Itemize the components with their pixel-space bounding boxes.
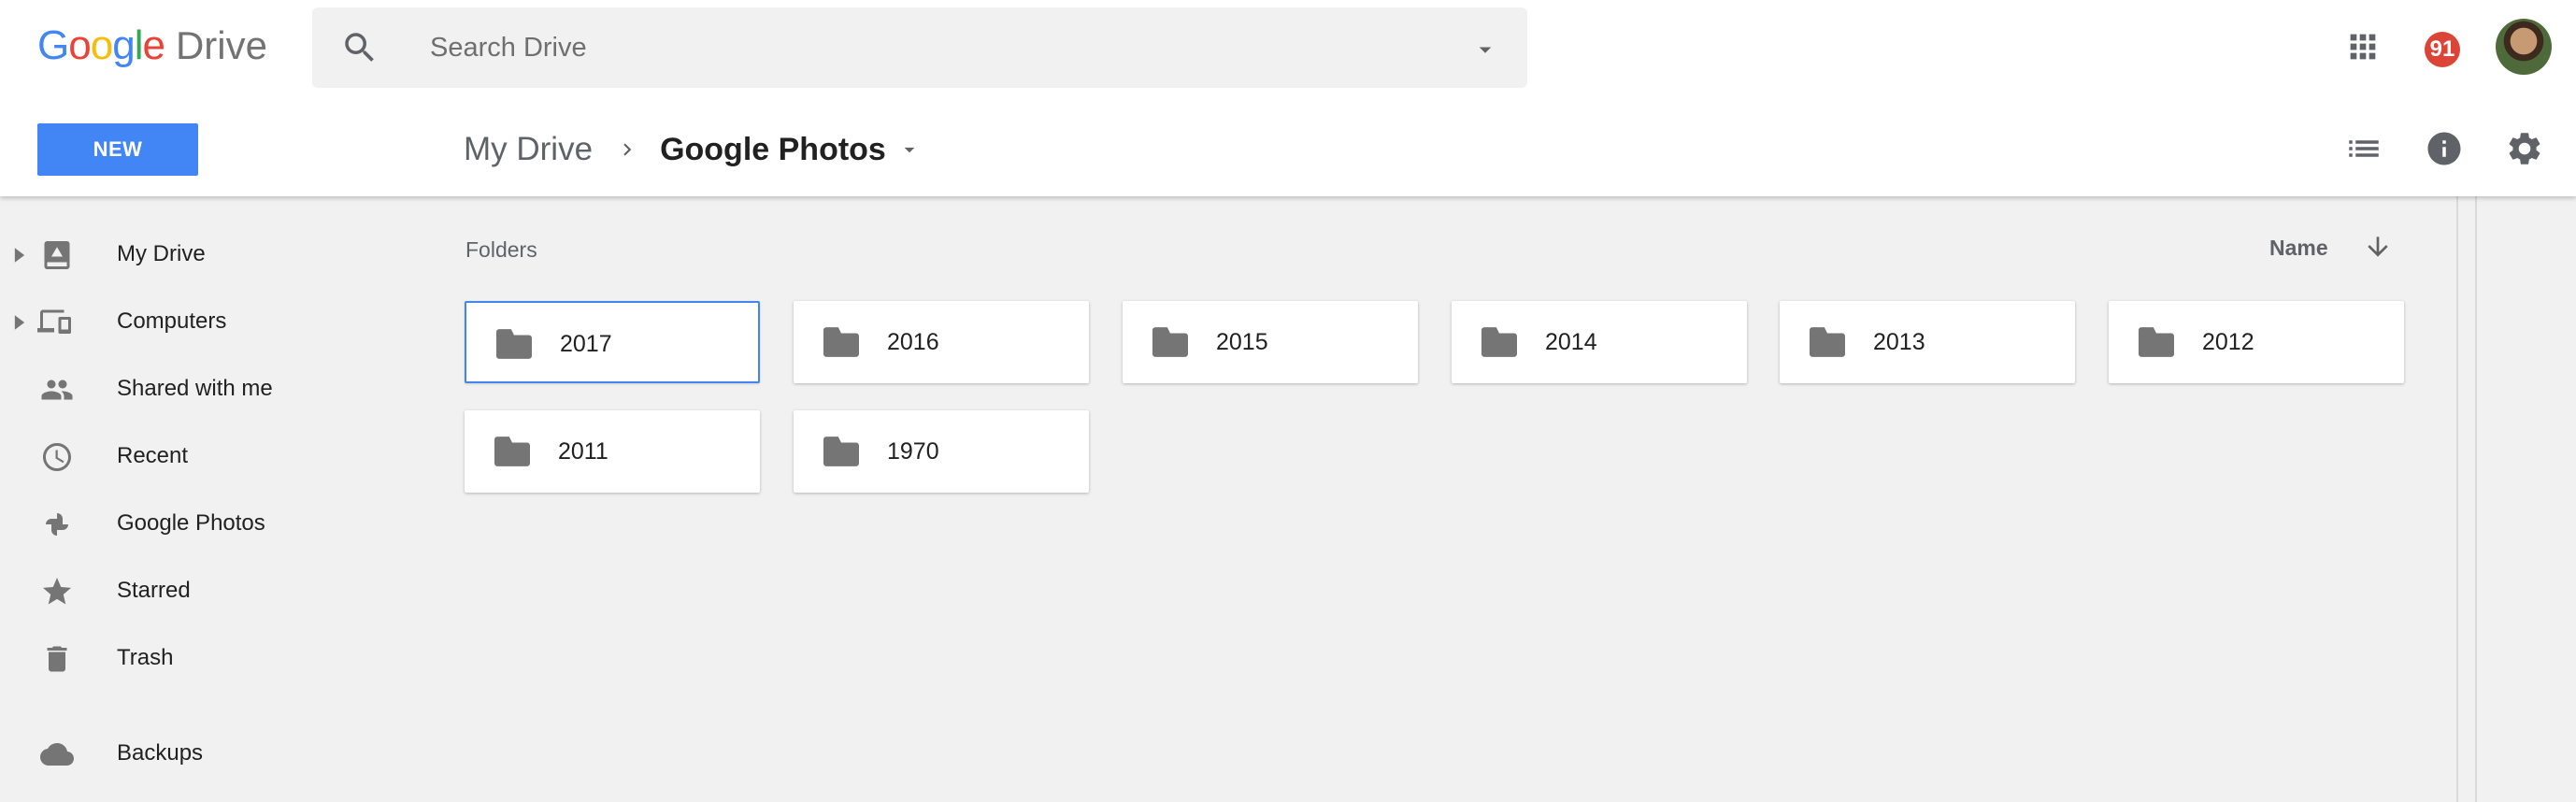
logo-product-name: Drive <box>175 23 267 67</box>
folder-name: 2012 <box>2202 329 2254 355</box>
folder-name: 2015 <box>1216 329 1268 355</box>
cloud-icon <box>40 743 74 766</box>
folder-icon <box>1810 327 1845 357</box>
breadcrumb-my-drive[interactable]: My Drive <box>464 131 593 168</box>
vertical-scrollbar[interactable] <box>2456 196 2477 802</box>
pinwheel-icon <box>46 513 68 536</box>
logo-google-wordmark: Google <box>37 22 165 68</box>
search-options-dropdown-icon[interactable] <box>1471 36 1499 64</box>
sidebar-item-label: Shared with me <box>117 376 273 401</box>
folder-tile[interactable]: 1970 <box>794 410 1089 493</box>
folder-name: 2016 <box>887 329 939 355</box>
folder-tile[interactable]: 2014 <box>1452 301 1747 383</box>
sidebar-item-label: My Drive <box>117 241 206 266</box>
breadcrumb: My Drive Google Photos <box>464 125 922 174</box>
folder-menu-dropdown-icon[interactable] <box>897 137 922 162</box>
apps-grid-icon[interactable] <box>2344 28 2382 65</box>
folder-icon <box>1481 327 1517 357</box>
notifications-badge[interactable]: 91 <box>2425 32 2460 67</box>
folder-icon <box>494 437 530 466</box>
folder-name: 2013 <box>1873 329 1925 355</box>
sidebar-item-backups[interactable]: Backups <box>0 726 430 782</box>
folder-tile[interactable]: 2012 <box>2109 301 2404 383</box>
sidebar-item-label: Google Photos <box>117 510 265 536</box>
folder-tile[interactable]: 2017 <box>465 301 760 383</box>
folder-name: 1970 <box>887 438 939 465</box>
search-input[interactable] <box>430 26 1365 69</box>
folder-icon <box>1152 327 1188 357</box>
sort-direction-arrow-icon[interactable] <box>2363 232 2393 262</box>
folder-icon <box>496 329 532 359</box>
trash-icon <box>47 646 67 672</box>
sort-by-button[interactable]: Name <box>2269 236 2328 261</box>
expand-arrow-icon[interactable] <box>13 247 26 264</box>
new-button[interactable]: NEW <box>37 123 198 176</box>
sidebar-item-label: Recent <box>117 443 189 468</box>
sidebar-item-label: Trash <box>117 645 174 670</box>
folder-name: 2011 <box>558 438 608 465</box>
computers-icon <box>37 309 71 334</box>
list-view-icon[interactable] <box>2344 129 2383 168</box>
sidebar-item-label: Starred <box>117 578 191 603</box>
settings-gear-icon[interactable] <box>2505 129 2544 168</box>
sidebar-item-google-photos[interactable]: Google Photos <box>0 496 430 552</box>
people-icon <box>41 380 73 400</box>
folder-icon <box>823 437 859 466</box>
sidebar-nav: My Drive Computers Shared with me Recent… <box>0 196 439 802</box>
folder-icon <box>2139 327 2174 357</box>
chevron-right-icon <box>623 143 632 156</box>
sidebar-item-computers[interactable]: Computers <box>0 294 430 351</box>
sidebar-item-label: Backups <box>117 740 204 766</box>
sidebar-item-shared-with-me[interactable]: Shared with me <box>0 362 430 418</box>
file-list-area: Folders Name 2017 2016 2015 2014 2013 20… <box>439 196 2456 802</box>
star-icon <box>43 578 71 605</box>
breadcrumb-current-folder[interactable]: Google Photos <box>660 132 886 168</box>
folder-tile[interactable]: 2015 <box>1123 301 1418 383</box>
sidebar-item-recent[interactable]: Recent <box>0 429 430 485</box>
folder-tile[interactable]: 2011 <box>465 410 760 493</box>
section-title: Folders <box>465 237 537 262</box>
folder-tile[interactable]: 2016 <box>794 301 1089 383</box>
sidebar-item-my-drive[interactable]: My Drive <box>0 227 430 283</box>
search-box[interactable] <box>312 7 1527 88</box>
sidebar-item-label: Computers <box>117 308 227 334</box>
google-drive-logo[interactable]: Google Drive <box>37 22 267 75</box>
search-icon[interactable] <box>340 28 379 67</box>
expand-arrow-icon[interactable] <box>13 314 26 331</box>
clock-icon <box>43 443 71 471</box>
sidebar-item-trash[interactable]: Trash <box>0 631 430 687</box>
account-avatar[interactable] <box>2496 19 2552 75</box>
info-icon[interactable] <box>2425 129 2464 168</box>
sidebar-item-starred[interactable]: Starred <box>0 564 430 620</box>
folder-name: 2014 <box>1545 329 1597 355</box>
folder-icon <box>823 327 859 357</box>
folder-tile[interactable]: 2013 <box>1780 301 2075 383</box>
top-bar: Google Drive 91 NEW My Drive Google Phot… <box>0 0 2576 196</box>
folder-name: 2017 <box>560 331 612 357</box>
my-drive-icon <box>44 241 70 269</box>
details-panel <box>2477 196 2576 802</box>
